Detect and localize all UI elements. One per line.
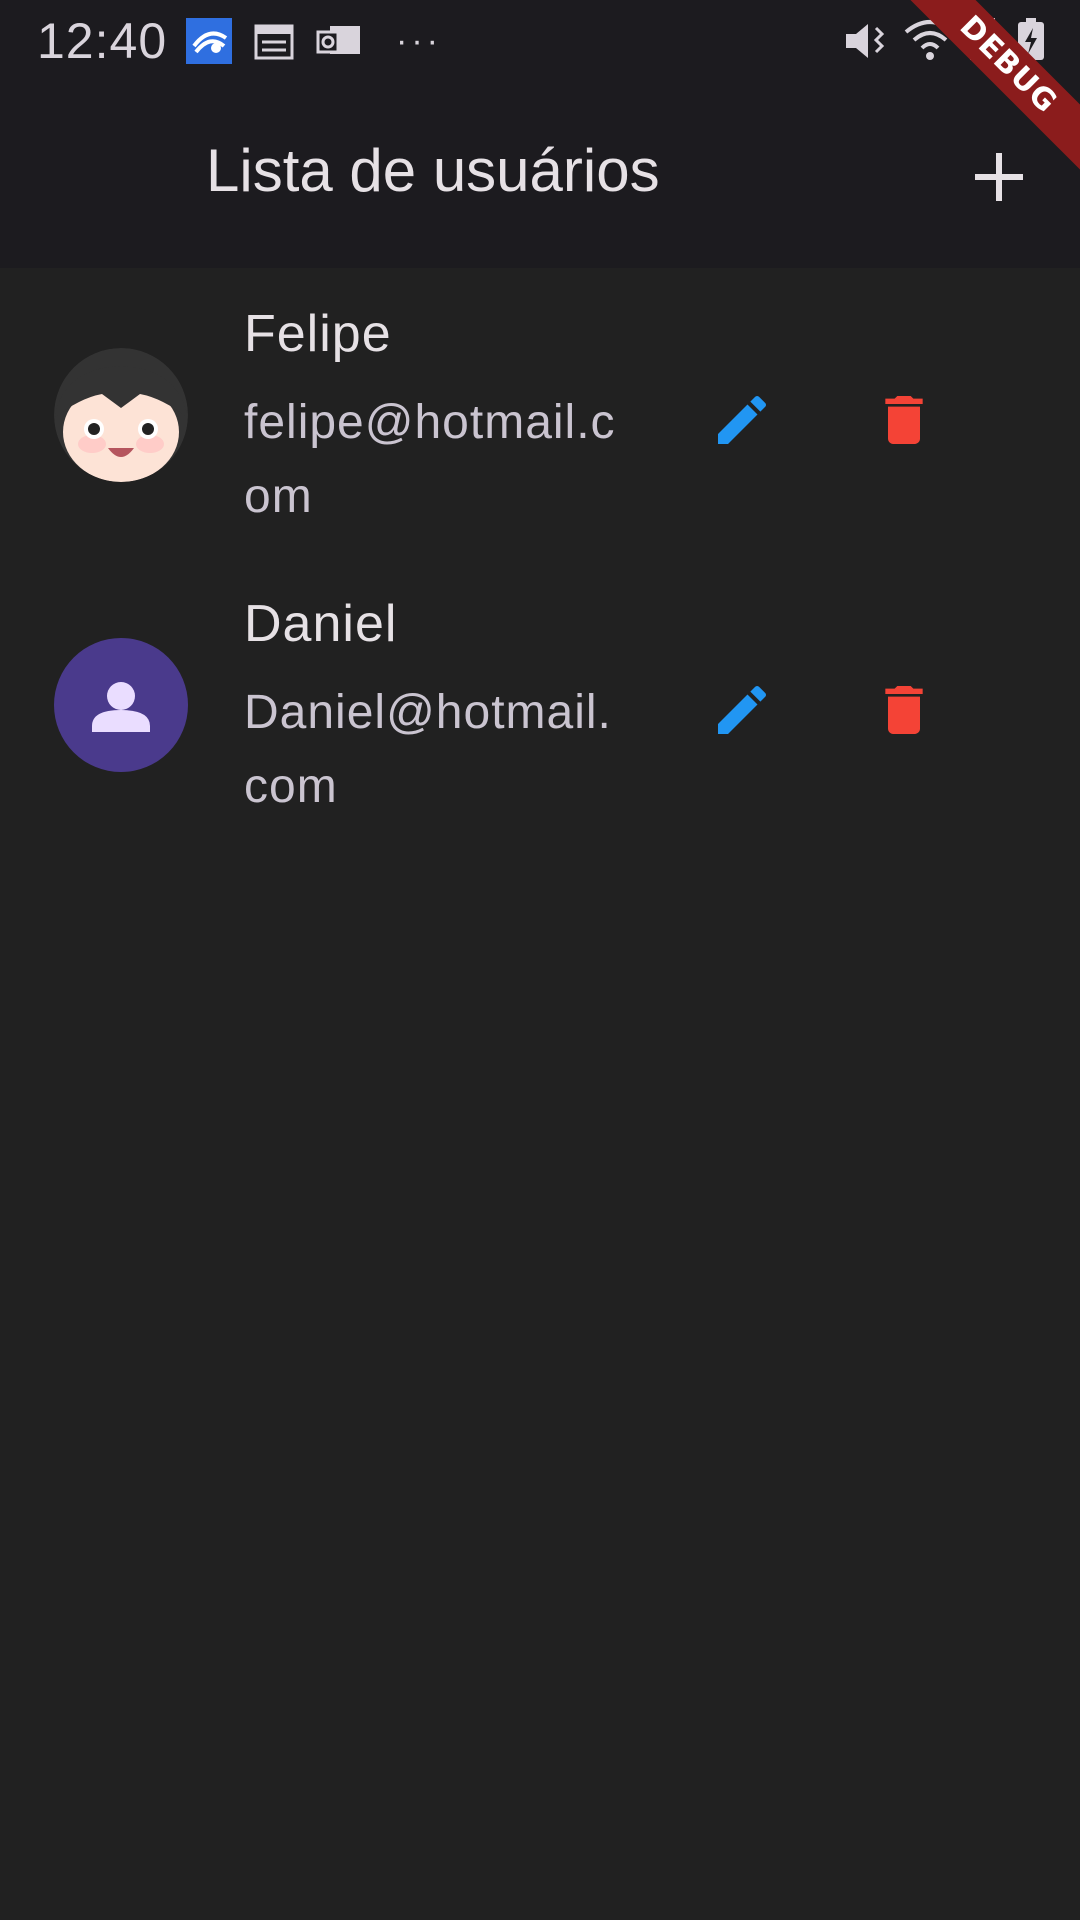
plus-icon	[975, 153, 1023, 201]
trash-icon	[885, 396, 923, 444]
wifi-icon	[902, 18, 958, 67]
user-email: Daniel@hotmail.com	[244, 686, 612, 813]
delete-user-button[interactable]	[862, 668, 946, 752]
user-list: Felipe felipe@hotmail.com Daniel Daniel@…	[0, 268, 1080, 848]
cartoon-face-avatar	[54, 348, 188, 482]
battery-charging-icon	[1016, 18, 1046, 67]
pencil-icon	[718, 395, 767, 444]
user-email: felipe@hotmail.com	[244, 396, 616, 523]
signal-icon	[966, 18, 996, 67]
more-dots-icon: ···	[396, 22, 442, 60]
app-bar: Lista de usuários	[0, 84, 1080, 268]
person-icon	[92, 682, 150, 732]
edit-user-button[interactable]	[700, 378, 784, 462]
browser-app-icon	[186, 18, 232, 69]
list-item[interactable]: Felipe felipe@hotmail.com	[0, 268, 1080, 558]
list-item[interactable]: Daniel Daniel@hotmail.com	[0, 558, 1080, 848]
status-time: 12:40	[37, 13, 168, 69]
pencil-icon	[718, 685, 767, 734]
screen: 12:40 ··· Lista de usuários Felipe felip…	[0, 0, 1080, 1920]
user-name: Felipe	[244, 305, 392, 363]
edit-user-button[interactable]	[700, 668, 784, 752]
status-bar: 12:40 ···	[0, 0, 1080, 84]
outlook-icon	[316, 22, 362, 65]
user-name: Daniel	[244, 595, 398, 653]
page-title: Lista de usuários	[206, 137, 660, 204]
mute-vibrate-icon	[842, 18, 890, 69]
trash-icon	[885, 686, 923, 734]
default-avatar	[54, 638, 188, 772]
calendar-icon	[254, 22, 294, 65]
delete-user-button[interactable]	[862, 378, 946, 462]
add-user-button[interactable]	[960, 138, 1038, 216]
